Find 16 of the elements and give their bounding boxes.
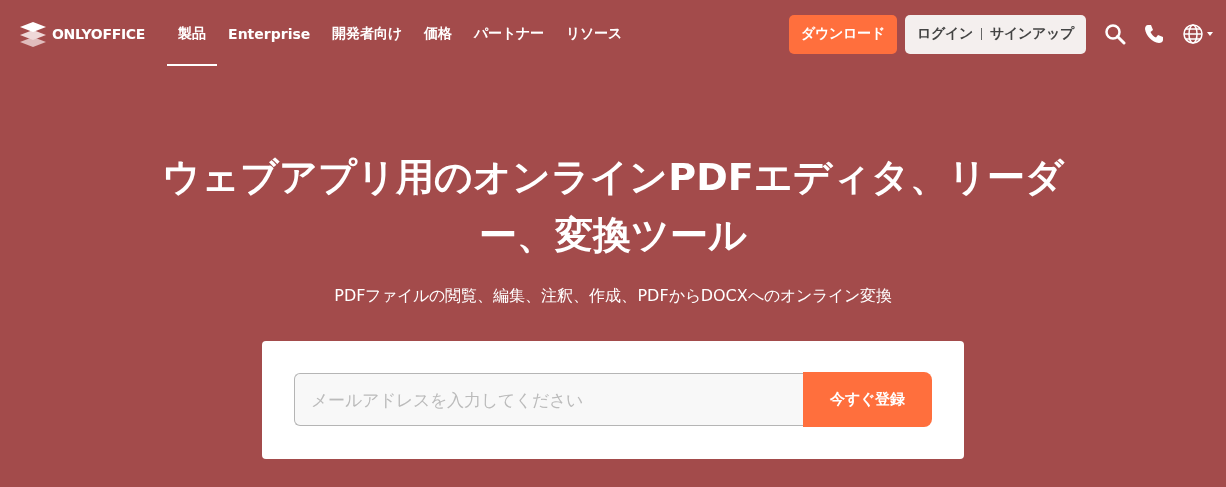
subtitle: PDFファイルの閲覧、編集、注釈、作成、PDFからDOCXへのオンライン変換 bbox=[334, 286, 892, 307]
logo-text[interactable]: ONLYOFFICE bbox=[52, 26, 146, 42]
nav-item[interactable]: リソース bbox=[555, 0, 634, 68]
nav-item[interactable]: 開発者向け bbox=[321, 0, 414, 68]
nav-item[interactable]: Enterprise bbox=[217, 0, 322, 68]
nav-item[interactable]: 価格 bbox=[413, 0, 464, 68]
nav-item[interactable]: パートナー bbox=[463, 0, 556, 68]
phone-icon[interactable] bbox=[1144, 24, 1164, 44]
search-icon[interactable] bbox=[1104, 23, 1126, 45]
nav-item[interactable]: 製品 bbox=[167, 0, 218, 68]
signup-link[interactable]: サインアップ bbox=[990, 25, 1074, 43]
logo-icon bbox=[18, 21, 48, 47]
page-title: ウェブアプリ用のオンラインPDFエディタ、リーダー、変換ツール bbox=[161, 154, 1066, 259]
globe-icon[interactable] bbox=[1182, 23, 1214, 45]
email-field[interactable]: メールアドレスを入力してください bbox=[294, 373, 803, 426]
login-link[interactable]: ログイン bbox=[917, 25, 973, 43]
